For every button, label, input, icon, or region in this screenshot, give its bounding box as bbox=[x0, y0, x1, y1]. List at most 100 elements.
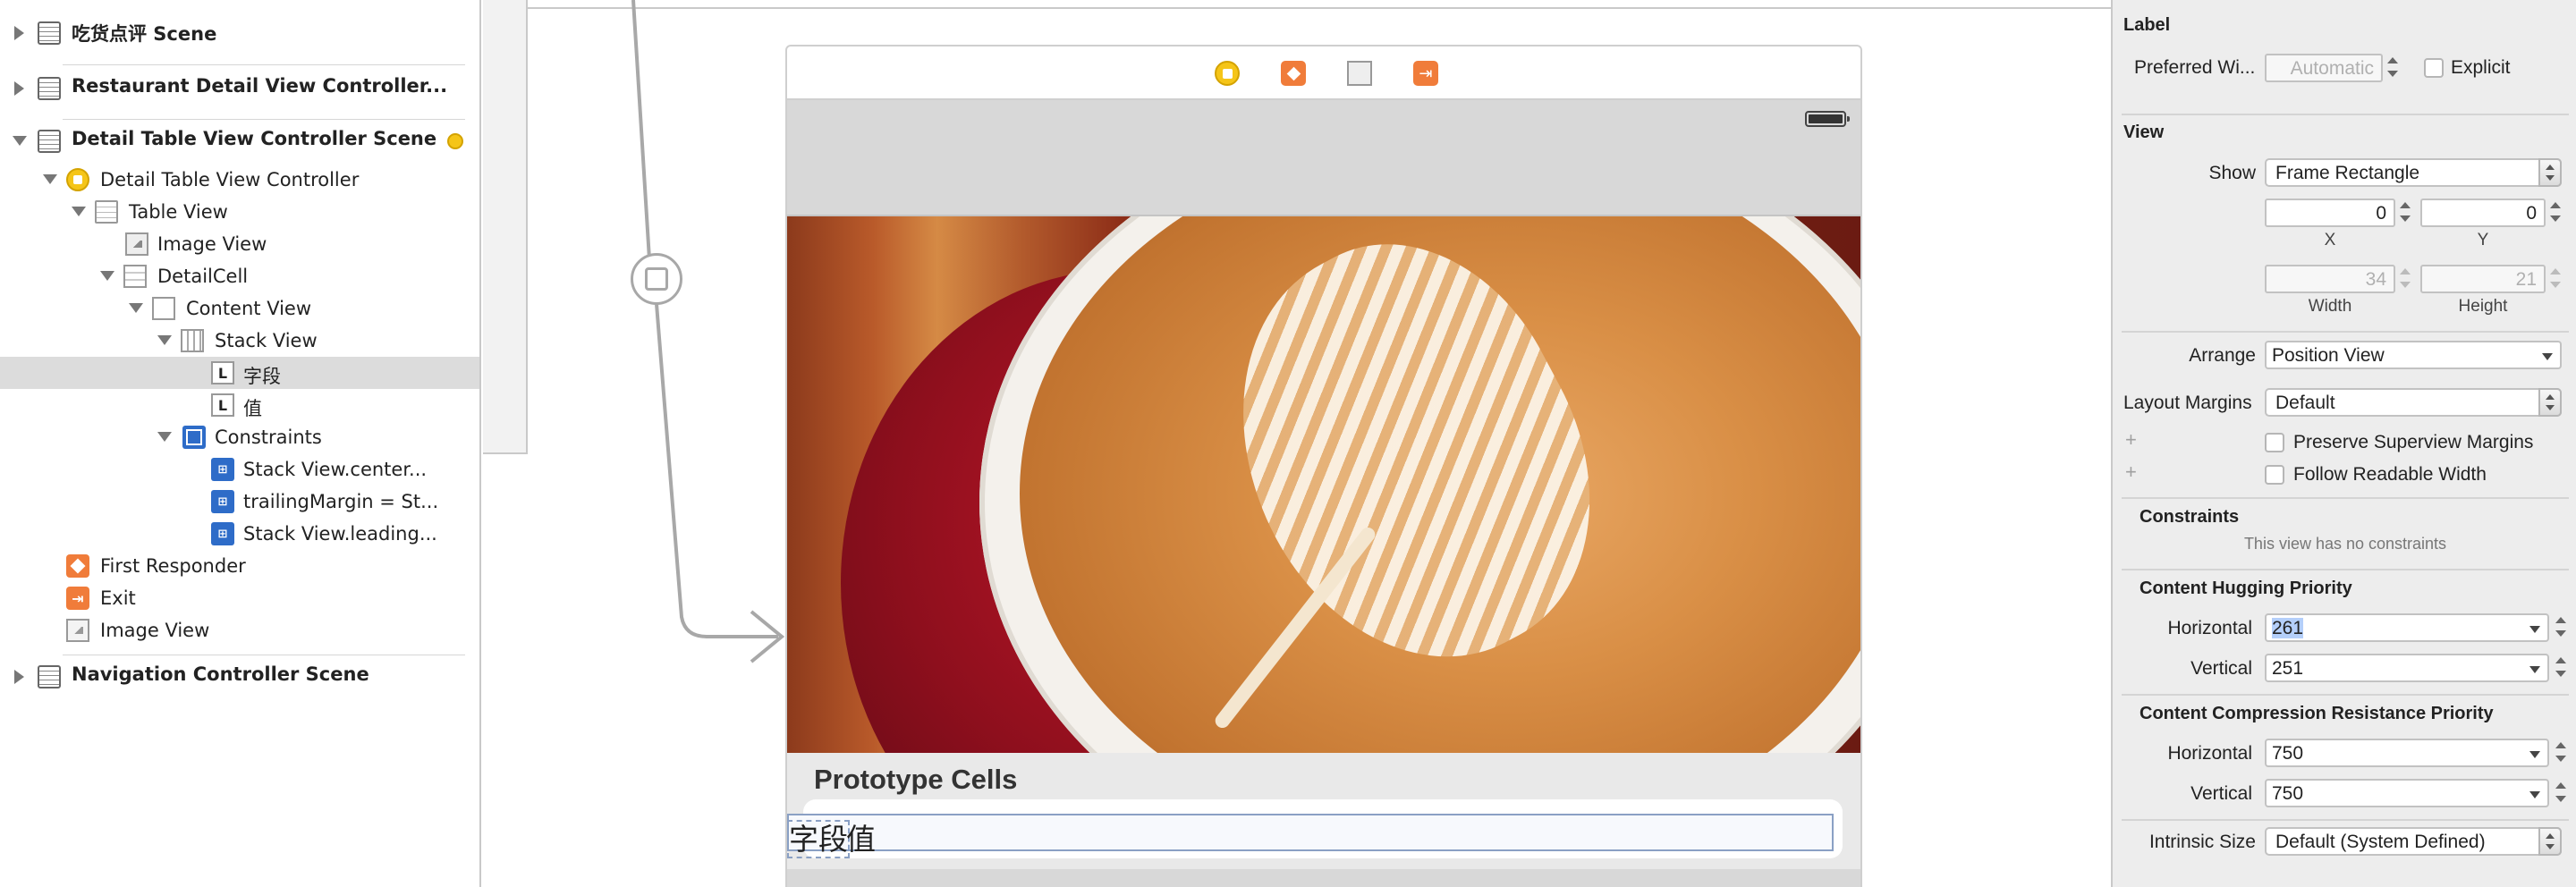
outline-row-constraint-center[interactable]: ⊞ Stack View.center... bbox=[0, 453, 479, 486]
prototype-cells-header: Prototype Cells bbox=[814, 764, 1018, 795]
field-label[interactable]: 字段 bbox=[787, 815, 850, 858]
height-caption: Height bbox=[2458, 297, 2508, 316]
layout-margins-popup[interactable]: Default bbox=[2265, 388, 2562, 417]
outline-row-image-view[interactable]: Image View bbox=[0, 228, 479, 260]
disclosure-down-icon[interactable] bbox=[157, 432, 172, 442]
popup-stepper-icon bbox=[2538, 158, 2562, 187]
view-controller-icon[interactable] bbox=[1215, 61, 1240, 86]
outline-row-stack-view[interactable]: Stack View bbox=[0, 325, 479, 357]
outline-row-label: 字段 bbox=[243, 366, 281, 387]
disclosure-down-icon[interactable] bbox=[43, 174, 57, 184]
disclosure-down-icon[interactable] bbox=[129, 303, 143, 313]
outline-row-first-responder[interactable]: First Responder bbox=[0, 550, 479, 582]
outline-row-constraints[interactable]: Constraints bbox=[0, 421, 479, 453]
hugging-horizontal-value[interactable]: 261 bbox=[2272, 618, 2304, 638]
first-responder-icon bbox=[66, 554, 89, 578]
chevron-down-icon bbox=[2529, 666, 2540, 673]
show-popup[interactable]: Frame Rectangle bbox=[2265, 158, 2562, 187]
y-stepper[interactable] bbox=[2547, 199, 2563, 227]
outline-row-detail-table-scene[interactable]: Detail Table View Controller Scene bbox=[0, 125, 479, 157]
image-view-icon[interactable] bbox=[1347, 61, 1372, 86]
hugging-vertical-combo[interactable]: 251 bbox=[2265, 654, 2549, 682]
outline-row-value-label[interactable]: L 值 bbox=[0, 389, 479, 421]
preserve-superview-margins-checkbox[interactable] bbox=[2265, 433, 2284, 452]
storyboard-canvas[interactable]: ⇥ Prototype Cells 字段 值 bbox=[483, 0, 2111, 887]
follow-readable-width-checkbox[interactable] bbox=[2265, 465, 2284, 485]
disclosure-right-icon[interactable] bbox=[14, 81, 24, 96]
arrange-popup[interactable]: Position View bbox=[2265, 341, 2562, 369]
layout-margins-value: Default bbox=[2275, 393, 2335, 413]
compression-horizontal-label: Horizontal bbox=[2167, 743, 2252, 764]
disclosure-down-icon[interactable] bbox=[157, 335, 172, 345]
outline-row-chihuo-scene[interactable]: 吃货点评 Scene bbox=[0, 17, 479, 49]
compression-horizontal-stepper[interactable] bbox=[2553, 739, 2569, 767]
width-stepper bbox=[2397, 265, 2413, 293]
image-view-icon bbox=[66, 619, 89, 642]
compression-vertical-combo[interactable]: 750 bbox=[2265, 779, 2549, 807]
outline-row-label: Stack View.center... bbox=[243, 459, 428, 480]
outline-row-label: First Responder bbox=[100, 555, 246, 577]
preferred-width-stepper[interactable] bbox=[2385, 54, 2401, 82]
outline-row-label: Stack View bbox=[215, 330, 318, 351]
outline-row-label: Exit bbox=[100, 587, 136, 609]
scene-icon bbox=[38, 77, 61, 100]
table-cell-icon bbox=[123, 265, 147, 288]
outline-row-label: 值 bbox=[243, 398, 262, 419]
disclosure-right-icon[interactable] bbox=[14, 26, 24, 40]
height-stepper bbox=[2547, 265, 2563, 293]
disclosure-down-icon[interactable] bbox=[13, 136, 27, 146]
disclosure-down-icon[interactable] bbox=[72, 207, 86, 216]
outline-row-exit[interactable]: ⇥ Exit bbox=[0, 582, 479, 614]
header-image-view[interactable] bbox=[787, 216, 1860, 753]
y-field[interactable]: 0 bbox=[2420, 199, 2546, 227]
compression-horizontal-value: 750 bbox=[2272, 743, 2304, 764]
exit-icon: ⇥ bbox=[66, 587, 89, 610]
preferred-width-field[interactable]: Automatic bbox=[2265, 54, 2383, 82]
battery-icon bbox=[1805, 111, 1850, 127]
value-label[interactable]: 值 bbox=[846, 815, 876, 858]
stack-view[interactable] bbox=[787, 814, 1834, 851]
outline-row-label: trailingMargin = St... bbox=[243, 491, 439, 512]
hugging-horizontal-combo[interactable]: 261 bbox=[2265, 613, 2549, 642]
hugging-vertical-value: 251 bbox=[2272, 658, 2304, 679]
explicit-checkbox[interactable] bbox=[2424, 58, 2444, 78]
outline-row-field-label[interactable]: L 字段 bbox=[0, 357, 479, 389]
detail-cell[interactable]: 字段 值 bbox=[787, 794, 1860, 864]
outline-row-detail-table-vc[interactable]: Detail Table View Controller bbox=[0, 164, 479, 196]
y-caption: Y bbox=[2477, 231, 2489, 249]
view-section-title: View bbox=[2123, 122, 2165, 142]
outline-row-table-view[interactable]: Table View bbox=[0, 196, 479, 228]
disclosure-right-icon[interactable] bbox=[14, 670, 24, 684]
segue-icon[interactable] bbox=[631, 253, 682, 305]
outline-row-content-view[interactable]: Content View bbox=[0, 292, 479, 325]
explicit-label: Explicit bbox=[2451, 57, 2511, 78]
outline-row-detail-cell[interactable]: DetailCell bbox=[0, 260, 479, 292]
hugging-vertical-stepper[interactable] bbox=[2553, 654, 2569, 682]
hugging-horizontal-stepper[interactable] bbox=[2553, 613, 2569, 642]
outline-row-label: Image View bbox=[100, 620, 210, 641]
x-stepper[interactable] bbox=[2397, 199, 2413, 227]
compression-vertical-label: Vertical bbox=[2190, 783, 2252, 804]
hugging-horizontal-label: Horizontal bbox=[2167, 618, 2252, 638]
exit-icon[interactable]: ⇥ bbox=[1413, 61, 1438, 86]
disclosure-down-icon[interactable] bbox=[100, 271, 114, 281]
x-field[interactable]: 0 bbox=[2265, 199, 2395, 227]
outline-row-restaurant-detail-scene[interactable]: Restaurant Detail View Controller... bbox=[0, 72, 479, 105]
preserve-superview-margins-label: Preserve Superview Margins bbox=[2293, 432, 2534, 452]
intrinsic-size-popup[interactable]: Default (System Defined) bbox=[2265, 827, 2562, 856]
first-responder-icon[interactable] bbox=[1281, 61, 1306, 86]
view-controller-frame[interactable]: Prototype Cells 字段 值 bbox=[785, 100, 1862, 887]
add-variation-icon[interactable]: + bbox=[2125, 428, 2137, 452]
outline-row-scene-image-view[interactable]: Image View bbox=[0, 614, 479, 646]
intrinsic-size-label: Intrinsic Size bbox=[2148, 832, 2256, 852]
stack-view-icon bbox=[181, 329, 204, 352]
add-variation-icon[interactable]: + bbox=[2125, 460, 2137, 484]
device-bottom-edge bbox=[787, 869, 1860, 887]
chevron-down-icon bbox=[2529, 751, 2540, 758]
outline-row-navigation-scene[interactable]: Navigation Controller Scene bbox=[0, 661, 479, 693]
outline-row-constraint-trailing[interactable]: ⊞ trailingMargin = St... bbox=[0, 486, 479, 518]
arrange-value: Position View bbox=[2272, 345, 2385, 366]
outline-row-constraint-leading[interactable]: ⊞ Stack View.leading... bbox=[0, 518, 479, 550]
compression-vertical-stepper[interactable] bbox=[2553, 779, 2569, 807]
compression-horizontal-combo[interactable]: 750 bbox=[2265, 739, 2549, 767]
